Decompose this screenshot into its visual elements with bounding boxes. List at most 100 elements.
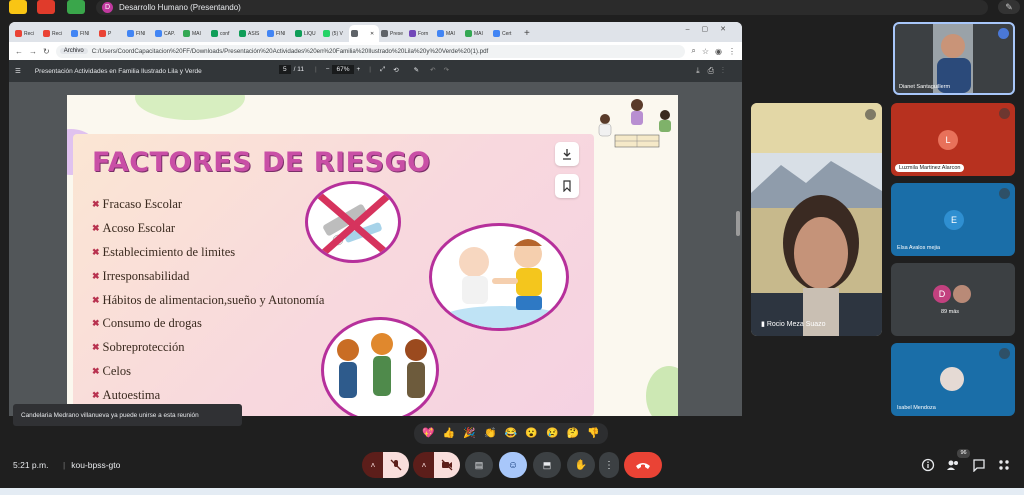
redo-icon[interactable]: ↷ <box>444 66 449 74</box>
browser-tab[interactable]: P <box>97 25 125 42</box>
browser-tab[interactable]: CAP. <box>153 25 181 42</box>
participant-tile-isabel[interactable]: Isabel Mendoza <box>891 343 1015 416</box>
hamburger-icon[interactable]: ☰ <box>15 67 21 75</box>
reaction-emoji[interactable]: 👍 <box>443 428 455 439</box>
back-icon[interactable]: ← <box>15 47 23 56</box>
browser-tab[interactable]: Forn <box>407 25 435 42</box>
participant-name: Luzmila Martinez Alarcon <box>895 164 965 172</box>
zoom-out-icon[interactable]: − <box>326 66 330 73</box>
browser-tab[interactable]: Reci <box>41 25 69 42</box>
tab-label: Reci <box>52 30 63 37</box>
browser-tab[interactable]: Cert <box>491 25 519 42</box>
raise-hand-button[interactable]: ✋ <box>567 452 595 478</box>
info-icon[interactable] <box>921 458 935 472</box>
risk-factor-text: Sobreprotección <box>102 340 185 355</box>
tab-favicon-icon <box>295 30 302 37</box>
page-current-input[interactable]: 5 <box>279 65 291 74</box>
participants-count-badge: 96 <box>957 449 970 458</box>
pdf-actions[interactable]: ⤓⎙⋮ <box>696 66 732 76</box>
reaction-emoji[interactable]: 🎉 <box>463 428 475 439</box>
address-bar: ← → ↻ Archivo C:/Users/CoordCapacitacion… <box>9 42 742 60</box>
app-icon-yellow[interactable] <box>9 0 27 14</box>
undo-icon[interactable]: ↶ <box>430 66 435 74</box>
tab-label: Prese <box>390 30 404 37</box>
participant-tile-elsa[interactable]: E Elsa Avalos mejia <box>891 183 1015 256</box>
pen-icon[interactable]: ✎ <box>998 0 1020 14</box>
bullet-x-icon: ✖ <box>92 199 100 210</box>
browser-tab[interactable]: FINI <box>265 25 293 42</box>
app-icon-green[interactable] <box>67 0 85 14</box>
profile-icon[interactable]: ◉ <box>715 47 722 56</box>
url-input[interactable]: Archivo C:/Users/CoordCapacitacion%20FF/… <box>55 44 686 58</box>
download-button[interactable] <box>555 142 579 166</box>
meeting-code: | kou-bpss-gto <box>63 460 121 470</box>
browser-tab[interactable]: FINI <box>69 25 97 42</box>
reaction-emoji[interactable]: 👏 <box>484 428 496 439</box>
browser-tab[interactable]: ASIS <box>237 25 265 42</box>
browser-tab[interactable]: MAI <box>181 25 209 42</box>
pdf-toolbar: ☰ Presentación Actividades en Familia Il… <box>9 60 742 82</box>
browser-tab[interactable]: MAI <box>435 25 463 42</box>
browser-tab[interactable]: MAI <box>463 25 491 42</box>
bullet-x-icon: ✖ <box>92 223 100 234</box>
reaction-emoji[interactable]: 😢 <box>546 428 558 439</box>
record-icon[interactable] <box>37 0 55 14</box>
tab-label: CAP. <box>164 30 176 37</box>
tab-label: MAI <box>192 30 201 37</box>
annotate-icon[interactable]: ✎ <box>414 66 419 74</box>
more-options-button[interactable]: ⋮ <box>599 452 619 478</box>
reaction-emoji[interactable]: 🤔 <box>567 428 579 439</box>
risk-factor-item: ✖ Irresponsabilidad <box>92 264 324 288</box>
menu-icon[interactable]: ⋮ <box>728 47 736 56</box>
reaction-emoji[interactable]: 😮 <box>525 428 537 439</box>
zoom-in-icon[interactable]: + <box>357 66 361 73</box>
activities-icon[interactable] <box>997 458 1011 472</box>
browser-tab[interactable]: LIQU <box>293 25 321 42</box>
browser-tab[interactable]: ✕ <box>349 25 379 42</box>
bookmark-star-icon[interactable]: ☆ <box>702 47 709 56</box>
browser-tab[interactable]: Prese <box>379 25 407 42</box>
people-icon[interactable] <box>946 458 960 472</box>
forward-icon[interactable]: → <box>29 47 37 56</box>
pdf-scrollbar[interactable] <box>736 86 740 406</box>
participant-name: Elsa Avalos mejia <box>897 245 941 251</box>
participant-tile-top[interactable]: Dianet Santaguillerm <box>893 22 1015 95</box>
slide-page: FACTORES DE RIESGO ✖ Fracaso Escolar ✖ Acos… <box>67 95 678 416</box>
hand-icon: ✋ <box>574 459 588 471</box>
reaction-emoji[interactable]: 😂 <box>505 428 517 439</box>
rotate-icon[interactable]: ⟲ <box>393 66 398 74</box>
bullet-x-icon: ✖ <box>92 294 100 305</box>
video-options-button[interactable]: ˄ <box>413 452 435 478</box>
bookmark-button[interactable] <box>555 174 579 198</box>
fit-page-icon[interactable]: ⤢ <box>380 66 385 74</box>
bullet-x-icon: ✖ <box>92 318 100 329</box>
emoji-button[interactable]: ☺ <box>499 452 527 478</box>
camera-button[interactable] <box>434 452 460 478</box>
browser-tab[interactable]: (5) V <box>321 25 349 42</box>
close-tab-icon[interactable]: ✕ <box>370 31 374 37</box>
zoom-level[interactable]: 67% <box>332 65 354 74</box>
speaking-icon <box>998 28 1009 39</box>
browser-tab[interactable]: FINI <box>125 25 153 42</box>
chat-icon[interactable] <box>972 458 986 472</box>
participant-tile-main[interactable]: ▮ Rocio Meza Suazo <box>751 103 882 336</box>
browser-tab[interactable]: Reci <box>13 25 41 42</box>
participant-name: ▮ Rocio Meza Suazo <box>761 321 826 328</box>
participant-tile-luzmila[interactable]: L Luzmila Martinez Alarcon <box>891 103 1015 176</box>
risk-factor-item: ✖ Establecimiento de limites <box>92 241 324 265</box>
captions-button[interactable]: ▤ <box>465 452 493 478</box>
zoom-icon[interactable]: ⌕ <box>691 46 695 56</box>
new-tab-icon[interactable]: + <box>519 25 535 42</box>
reload-icon[interactable]: ↻ <box>43 47 50 56</box>
window-controls[interactable]: –▢✕ <box>686 25 738 33</box>
reaction-emoji[interactable]: 💖 <box>422 428 434 439</box>
tab-label: conf <box>220 30 230 37</box>
microphone-button[interactable] <box>383 452 409 478</box>
browser-tab[interactable]: conf <box>209 25 237 42</box>
presentation-chip[interactable]: D Desarrollo Humano (Presentando) <box>96 0 988 15</box>
audio-options-button[interactable]: ˄ <box>362 452 384 478</box>
participant-tile-more[interactable]: D 89 más <box>891 263 1015 336</box>
present-button[interactable]: ⬒ <box>533 452 561 478</box>
end-call-button[interactable] <box>624 452 662 478</box>
reaction-emoji[interactable]: 👎 <box>587 428 599 439</box>
